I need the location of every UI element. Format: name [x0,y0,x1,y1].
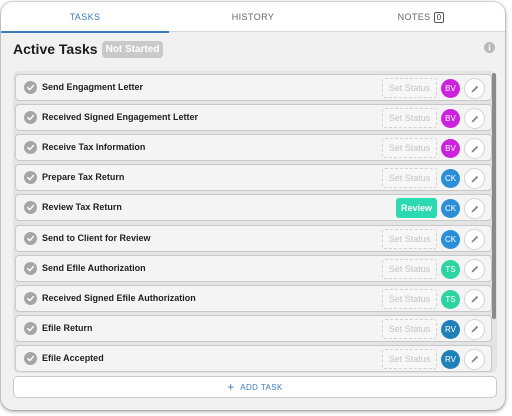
review-status-button[interactable]: Review [396,198,437,219]
task-name: Received Signed Efile Authorization [42,292,196,303]
page-title: Active Tasks [13,41,98,57]
tab-bar: TASKS HISTORY NOTES 0 [1,2,505,33]
set-status-button[interactable]: Set Status [382,168,437,189]
pencil-icon[interactable] [464,318,485,340]
set-status-button[interactable]: Set Status [382,78,437,98]
pencil-icon[interactable] [464,348,485,370]
avatar[interactable]: TS [441,259,460,279]
task-name: Received Signed Engagement Letter [42,112,199,123]
task-row[interactable]: Received Signed Efile Authorization Set S… [15,284,492,312]
task-list: Send Engagment Letter Set Status BV Receive… [13,71,497,373]
tab-history[interactable]: HISTORY [169,2,337,32]
task-row[interactable]: Send Efile Authorization Set Status TS [15,254,492,282]
task-name: Send to Client for Review [42,232,151,243]
task-row[interactable]: Prepare Tax Return Set Status CK [15,164,492,192]
tab-tasks[interactable]: TASKS [1,2,169,33]
tab-history-label: HISTORY [231,12,275,22]
check-circle-icon[interactable] [24,171,37,185]
set-status-button[interactable]: Set Status [382,228,437,249]
pencil-icon[interactable] [464,108,485,130]
check-circle-icon[interactable] [24,351,37,365]
set-status-button[interactable]: Set Status [382,288,437,309]
check-circle-icon[interactable] [24,261,37,275]
tab-tasks-label: TASKS [69,12,101,22]
tab-notes-label: NOTES [397,12,431,22]
task-row[interactable]: Received Signed Engagement Letter Set Sta… [15,104,492,132]
notes-count-badge: 0 [433,11,445,23]
check-circle-icon[interactable] [24,111,37,125]
check-circle-icon[interactable] [24,231,37,245]
info-icon[interactable] [484,42,495,53]
task-name: Efile Accepted [42,352,104,363]
task-name: Review Tax Return [42,202,122,213]
pencil-icon[interactable] [464,258,485,280]
task-name: Efile Return [42,322,93,333]
task-name: Receive Tax Information [42,142,146,153]
task-row[interactable]: Send to Client for Review Set Status CK [15,224,492,252]
pencil-icon[interactable] [464,78,485,99]
avatar[interactable]: BV [441,79,460,98]
avatar[interactable]: TS [441,289,460,309]
task-row[interactable]: Efile Return Set Status RV [15,314,492,342]
task-row[interactable]: Efile Accepted Set Status RV [15,344,492,372]
avatar[interactable]: CK [441,169,460,189]
pencil-icon[interactable] [464,198,485,220]
scrollbar[interactable] [492,73,496,319]
avatar[interactable]: BV [441,109,460,129]
check-circle-icon[interactable] [24,321,37,335]
avatar[interactable]: BV [441,139,460,159]
add-task-label: ADD TASK [240,382,283,392]
task-row[interactable]: Send Engagment Letter Set Status BV [15,74,492,101]
set-status-button[interactable]: Set Status [382,348,437,369]
set-status-button[interactable]: Set Status [382,318,437,339]
task-name: Prepare Tax Return [42,172,125,183]
set-status-button[interactable]: Set Status [382,108,437,129]
check-circle-icon[interactable] [24,201,37,215]
section-header: Active Tasks Not Started [13,38,164,60]
task-name: Send Efile Authorization [42,262,146,273]
set-status-button[interactable]: Set Status [382,138,437,159]
pencil-icon[interactable] [464,288,485,310]
task-row[interactable]: Receive Tax Information Set Status BV [15,134,492,162]
check-circle-icon[interactable] [24,141,37,155]
check-circle-icon[interactable] [24,291,37,305]
avatar[interactable]: CK [441,199,460,219]
avatar[interactable]: RV [441,319,460,339]
pencil-icon[interactable] [464,138,485,160]
status-badge: Not Started [101,40,164,58]
pencil-icon[interactable] [464,228,485,250]
plus-icon: + [227,380,235,394]
tab-notes[interactable]: NOTES 0 [337,2,505,32]
task-panel: TASKS HISTORY NOTES 0 Active Tasks Not S… [1,2,505,410]
add-task-button[interactable]: + ADD TASK [13,376,497,398]
avatar[interactable]: RV [441,349,460,369]
set-status-button[interactable]: Set Status [382,258,437,279]
avatar[interactable]: CK [441,229,460,249]
task-row[interactable]: Review Tax Return Review CK [15,194,492,222]
pencil-icon[interactable] [464,168,485,190]
check-circle-icon[interactable] [24,81,37,94]
task-name: Send Engagment Letter [42,82,144,92]
